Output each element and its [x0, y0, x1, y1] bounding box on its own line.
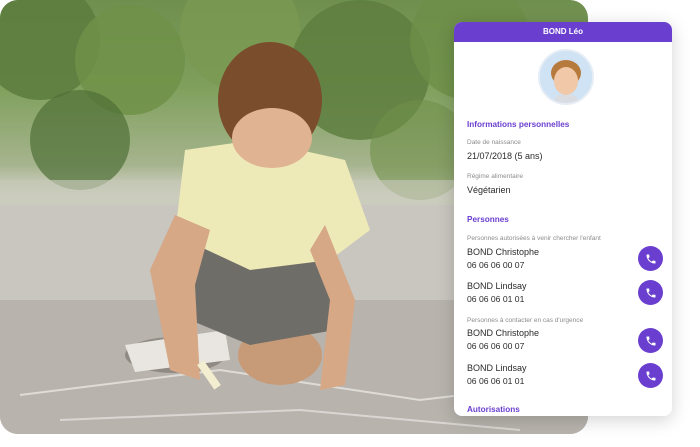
card-header: BOND Léo: [454, 22, 672, 42]
call-button[interactable]: [638, 328, 663, 353]
child-profile-card: BOND Léo Informations personnelles Date …: [454, 22, 672, 416]
child-avatar: [538, 49, 594, 105]
birth-date-value: 21/07/2018 (5 ans): [467, 151, 543, 161]
birth-date-label: Date de naissance: [467, 139, 521, 146]
section-authorizations-title: Autorisations: [467, 405, 520, 414]
authorized-pickup-label: Personnes autorisées à venir chercher l'…: [467, 235, 601, 242]
phone-icon: [646, 336, 655, 345]
diet-value: Végétarien: [467, 185, 511, 195]
authorized-contact-phone: 06 06 06 00 07: [467, 260, 525, 270]
authorized-contact-name: BOND Christophe: [467, 247, 540, 257]
phone-icon: [646, 371, 655, 380]
emergency-contact-name: BOND Christophe: [467, 328, 540, 338]
call-button[interactable]: [638, 246, 663, 271]
emergency-contact-phone: 06 06 06 00 07: [467, 341, 525, 351]
phone-icon: [646, 288, 655, 297]
call-button[interactable]: [638, 363, 663, 388]
emergency-contact-phone: 06 06 06 01 01: [467, 376, 525, 386]
authorized-contact-phone: 06 06 06 01 01: [467, 294, 525, 304]
emergency-contacts-label: Personnes à contacter en cas d'urgence: [467, 317, 584, 324]
emergency-contact-name: BOND Lindsay: [467, 363, 527, 373]
authorized-contact-name: BOND Lindsay: [467, 281, 527, 291]
call-button[interactable]: [638, 280, 663, 305]
section-persons-title: Personnes: [467, 215, 509, 224]
diet-label: Régime alimentaire: [467, 173, 523, 180]
phone-icon: [646, 254, 655, 263]
section-personal-title: Informations personnelles: [467, 120, 570, 129]
